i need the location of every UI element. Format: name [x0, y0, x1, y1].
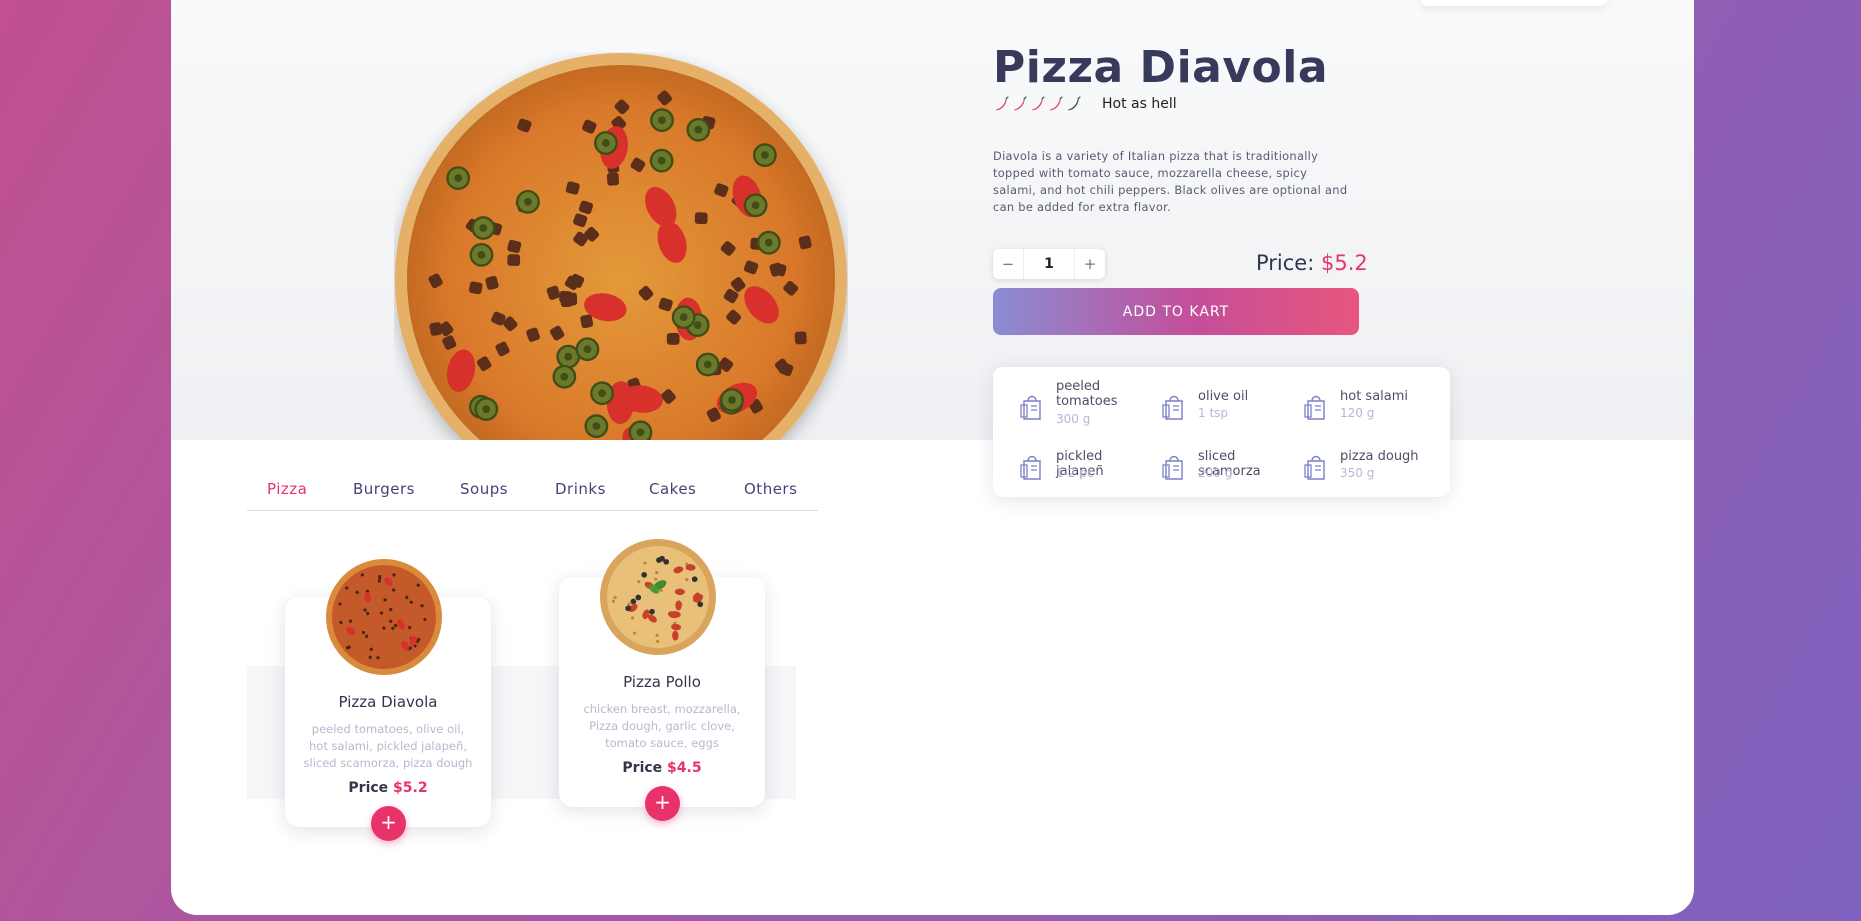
- chili-pepper-icon-empty: [1065, 95, 1082, 112]
- chili-pepper-icon-filled: [1011, 95, 1028, 112]
- ingredient-item: sliced scamorza 200 g: [1148, 439, 1288, 489]
- card-price-label: Price: [622, 760, 663, 776]
- quantity-value[interactable]: 1: [1023, 249, 1075, 279]
- pizza-diavola-thumbnail: [326, 559, 442, 675]
- grocery-bag-icon: [1162, 455, 1183, 480]
- ingredient-amount: 1 tsp: [1198, 406, 1229, 420]
- quantity-stepper[interactable]: − 1 +: [993, 249, 1105, 279]
- ingredient-amount: 350 g: [1340, 466, 1375, 480]
- ingredient-item: pizza dough 350 g: [1290, 439, 1430, 489]
- tab-soups[interactable]: Soups: [460, 480, 508, 498]
- chili-pepper-icon-filled: [993, 95, 1010, 112]
- category-tabs: Pizza Burgers Soups Drinks Cakes Others: [247, 470, 818, 511]
- price-value: $5.2: [1321, 251, 1368, 275]
- ingredient-item: olive oil 1 tsp: [1148, 379, 1288, 429]
- tab-others[interactable]: Others: [744, 480, 797, 498]
- card-price-label: Price: [348, 780, 389, 796]
- top-dropdown-edge[interactable]: [1420, 0, 1608, 6]
- ingredient-amount: 120 g: [1340, 406, 1375, 420]
- ingredient-name: peeled tomatoes: [1056, 379, 1118, 409]
- product-description: Diavola is a variety of Italian pizza th…: [993, 149, 1348, 214]
- product-image: [394, 52, 848, 440]
- product-card-diavola[interactable]: Pizza Diavola peeled tomatoes, olive oil…: [285, 559, 491, 841]
- card-description: peeled tomatoes, olive oil, hot salami, …: [303, 722, 473, 770]
- tab-cakes[interactable]: Cakes: [649, 480, 696, 498]
- grocery-bag-icon: [1162, 395, 1183, 420]
- chili-pepper-icon-filled: [1047, 95, 1064, 112]
- grocery-bag-icon: [1304, 455, 1325, 480]
- tab-burgers[interactable]: Burgers: [353, 480, 415, 498]
- ingredient-item: hot salami 120 g: [1290, 379, 1430, 429]
- pizza-pollo-thumbnail: [600, 539, 716, 655]
- main-panel: Pizza Diavola Hot as hell Diavola is a v…: [171, 0, 1694, 915]
- card-title: Pizza Pollo: [623, 673, 701, 691]
- price-label: Price:: [1256, 251, 1315, 275]
- card-price-value: $5.2: [393, 780, 428, 796]
- add-to-cart-button[interactable]: +: [371, 806, 406, 841]
- ingredient-amount: 1-2 pc: [1056, 466, 1094, 480]
- grocery-bag-icon: [1020, 455, 1041, 480]
- tab-drinks[interactable]: Drinks: [555, 480, 606, 498]
- add-to-kart-button[interactable]: ADD TO KART: [993, 288, 1359, 335]
- grocery-bag-icon: [1304, 395, 1325, 420]
- heat-rating: [993, 95, 1082, 112]
- product-card-pollo[interactable]: Pizza Pollo chicken breast, mozzarella, …: [559, 539, 765, 821]
- product-price: Price: $5.2: [1256, 251, 1368, 275]
- product-title: Pizza Diavola: [993, 42, 1329, 93]
- tab-pizza[interactable]: Pizza: [267, 480, 307, 498]
- card-description: chicken breast, mozzarella, Pizza dough,…: [583, 702, 741, 750]
- ingredient-name: pizza dough: [1340, 449, 1419, 464]
- card-title: Pizza Diavola: [338, 693, 438, 711]
- ingredient-item: peeled tomatoes 300 g: [1006, 379, 1146, 429]
- heat-label: Hot as hell: [1102, 96, 1177, 112]
- grocery-bag-icon: [1020, 395, 1041, 420]
- ingredient-name: hot salami: [1340, 389, 1409, 404]
- ingredient-name: olive oil: [1198, 389, 1249, 404]
- ingredients-panel: peeled tomatoes 300 g olive oil 1 tsp hot sa…: [993, 367, 1450, 497]
- increase-quantity-button[interactable]: +: [1075, 255, 1105, 273]
- card-price: Price $4.5: [559, 760, 765, 776]
- card-price-value: $4.5: [667, 760, 702, 776]
- ingredient-item: pickled jalapeñ 1-2 pc: [1006, 439, 1146, 489]
- card-price: Price $5.2: [285, 780, 491, 796]
- ingredient-amount: 300 g: [1056, 412, 1091, 426]
- ingredient-amount: 200 g: [1198, 466, 1233, 480]
- add-to-cart-button[interactable]: +: [645, 786, 680, 821]
- chili-pepper-icon-filled: [1029, 95, 1046, 112]
- decrease-quantity-button[interactable]: −: [993, 255, 1023, 273]
